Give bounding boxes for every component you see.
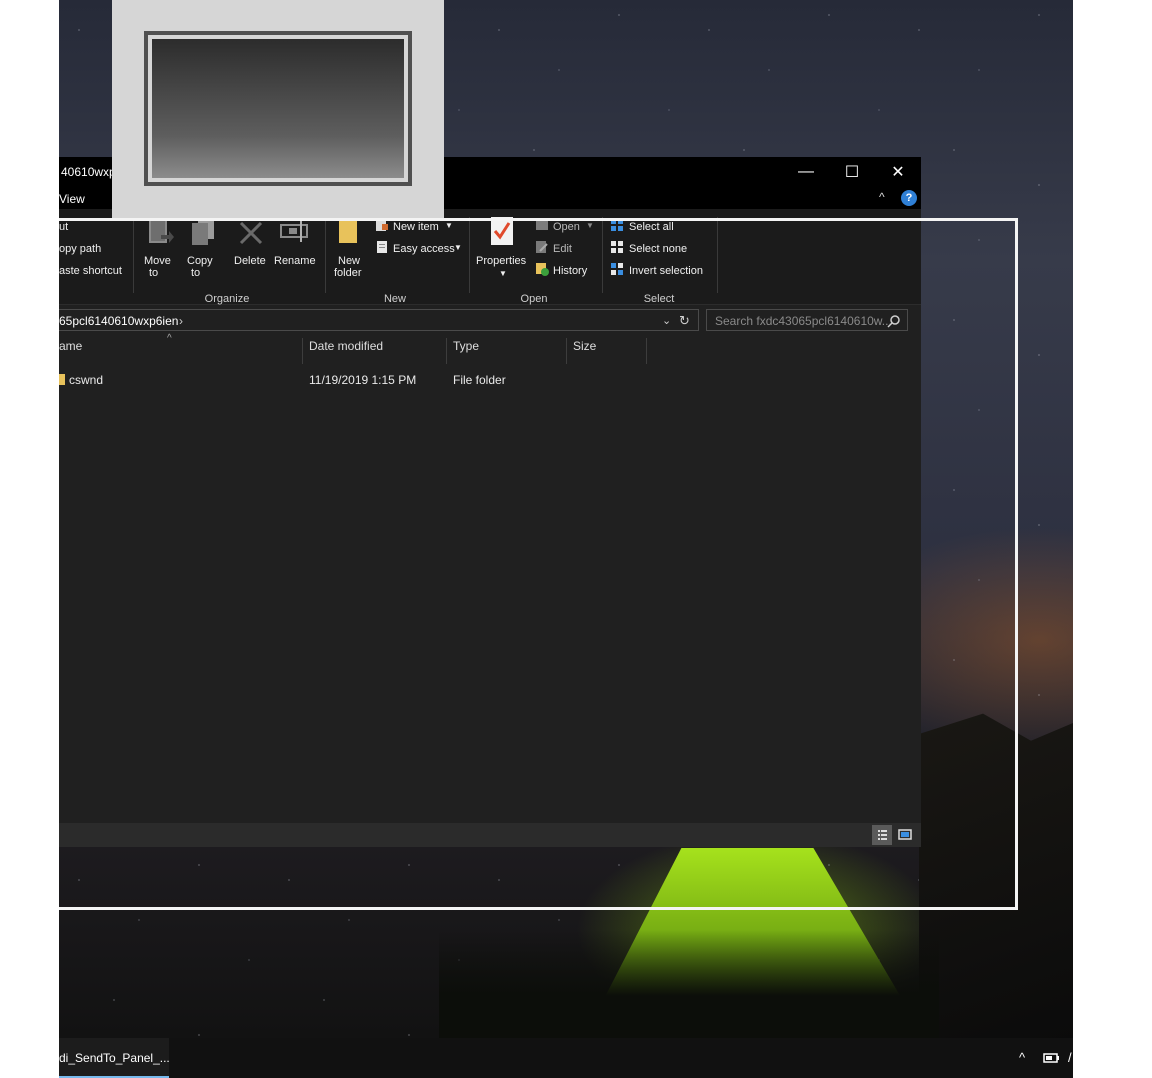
snip-thumbnail[interactable] — [112, 0, 444, 218]
maximize-button[interactable]: ☐ — [829, 157, 875, 187]
minimize-button[interactable]: — — [783, 157, 829, 187]
close-icon: ✕ — [891, 164, 905, 181]
taskbar-app-item[interactable]: di_SendTo_Panel_... — [59, 1038, 170, 1078]
tab-view[interactable]: View — [59, 192, 85, 206]
maximize-icon: ☐ — [844, 164, 860, 181]
minimize-icon: — — [798, 163, 814, 180]
snip-thumbnail-frame — [144, 31, 412, 186]
snip-thumbnail-image — [152, 39, 404, 178]
taskbar-app-label: di_SendTo_Panel_... — [59, 1051, 170, 1065]
collapse-ribbon-icon[interactable]: ^ — [879, 190, 885, 204]
wallpaper-grass — [439, 930, 939, 1038]
close-button[interactable]: ✕ — [875, 157, 921, 187]
taskbar: di_SendTo_Panel_... ^ / — [59, 1038, 1073, 1078]
power-icon[interactable] — [1043, 1051, 1061, 1065]
help-icon[interactable]: ? — [901, 190, 917, 206]
snip-selection-frame — [59, 218, 1018, 910]
tray-chevron-icon[interactable]: ^ — [1019, 1050, 1025, 1065]
tray-overflow-text: / — [1068, 1050, 1072, 1065]
